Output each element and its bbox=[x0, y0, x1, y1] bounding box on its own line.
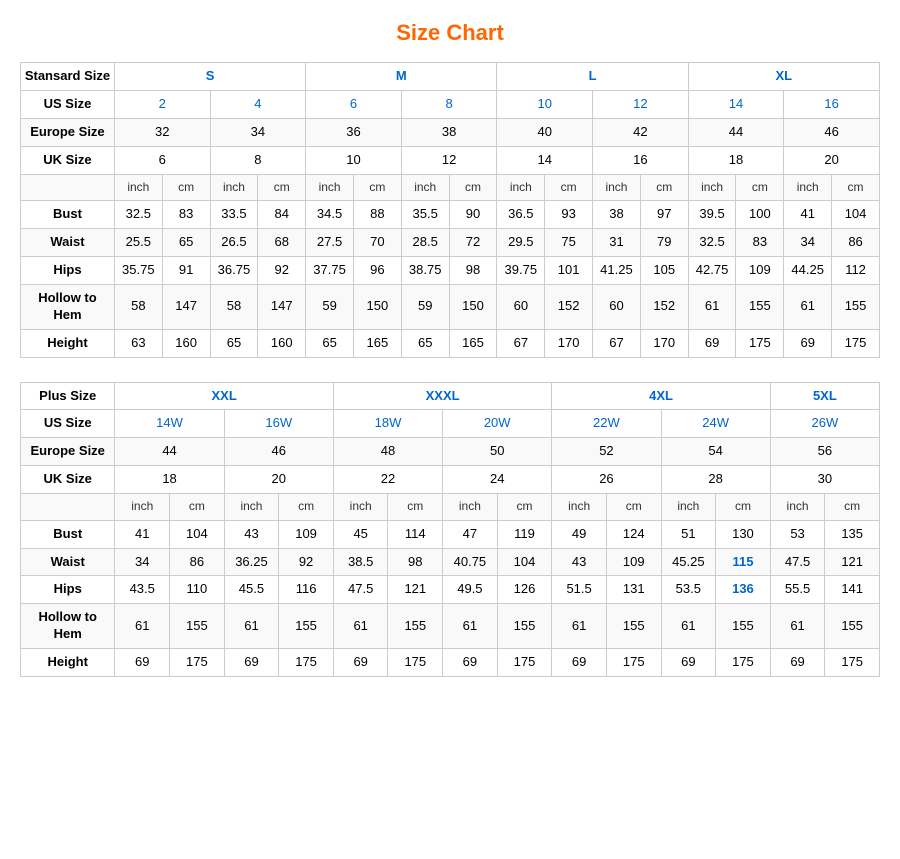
4xl-header: 4XL bbox=[552, 382, 770, 410]
l-header: L bbox=[497, 63, 688, 91]
hips-plus-label: Hips bbox=[21, 576, 115, 604]
uk-size-row: UK Size 6 8 10 12 14 16 18 20 bbox=[21, 146, 880, 174]
europe-size-plus-label: Europe Size bbox=[21, 438, 115, 466]
page-title: Size Chart bbox=[20, 20, 880, 46]
uk-size-label: UK Size bbox=[21, 146, 115, 174]
us-4: 4 bbox=[210, 90, 306, 118]
waist-plus-label: Waist bbox=[21, 548, 115, 576]
hips-row-plus: Hips 43.5 110 45.5 116 47.5 121 49.5 126… bbox=[21, 576, 880, 604]
hollow-hem-row-plus: Hollow to Hem 61 155 61 155 61 155 61 15… bbox=[21, 604, 880, 649]
us-10: 10 bbox=[497, 90, 593, 118]
hollow-hem-label: Hollow to Hem bbox=[21, 284, 115, 329]
bust-plus-label: Bust bbox=[21, 520, 115, 548]
europe-size-row-plus: Europe Size 44 46 48 50 52 54 56 bbox=[21, 438, 880, 466]
5xl-header: 5XL bbox=[770, 382, 879, 410]
hollow-hem-row-standard: Hollow to Hem 58 147 58 147 59 150 59 15… bbox=[21, 284, 880, 329]
bust-label: Bust bbox=[21, 201, 115, 229]
bust-row-standard: Bust 32.5 83 33.5 84 34.5 88 35.5 90 36.… bbox=[21, 201, 880, 229]
height-row-plus: Height 69 175 69 175 69 175 69 175 69 17… bbox=[21, 649, 880, 677]
europe-size-label: Europe Size bbox=[21, 118, 115, 146]
bust-row-plus: Bust 41 104 43 109 45 114 47 119 49 124 … bbox=[21, 520, 880, 548]
standard-size-section: Stansard Size S M L XL US Size 2 4 6 8 1… bbox=[20, 62, 880, 358]
plus-size-section: Plus Size XXL XXXL 4XL 5XL US Size 14W 1… bbox=[20, 382, 880, 678]
size-group-header-row: Stansard Size S M L XL bbox=[21, 63, 880, 91]
waist-label: Waist bbox=[21, 229, 115, 257]
hollow-hem-plus-label: Hollow to Hem bbox=[21, 604, 115, 649]
us-size-plus-label: US Size bbox=[21, 410, 115, 438]
standard-size-table: Stansard Size S M L XL US Size 2 4 6 8 1… bbox=[20, 62, 880, 358]
hips-label: Hips bbox=[21, 256, 115, 284]
uk-size-row-plus: UK Size 18 20 22 24 26 28 30 bbox=[21, 466, 880, 494]
m-header: M bbox=[306, 63, 497, 91]
height-label: Height bbox=[21, 329, 115, 357]
xxl-header: XXL bbox=[115, 382, 333, 410]
us-size-label: US Size bbox=[21, 90, 115, 118]
waist-row-standard: Waist 25.5 65 26.5 68 27.5 70 28.5 72 29… bbox=[21, 229, 880, 257]
europe-size-row: Europe Size 32 34 36 38 40 42 44 46 bbox=[21, 118, 880, 146]
us-12: 12 bbox=[593, 90, 689, 118]
us-size-row: US Size 2 4 6 8 10 12 14 16 bbox=[21, 90, 880, 118]
s-header: S bbox=[114, 63, 305, 91]
us-16: 16 bbox=[784, 90, 880, 118]
us-size-row-plus: US Size 14W 16W 18W 20W 22W 24W 26W bbox=[21, 410, 880, 438]
height-plus-label: Height bbox=[21, 649, 115, 677]
standard-size-label: Stansard Size bbox=[21, 63, 115, 91]
us-2: 2 bbox=[114, 90, 210, 118]
height-row-standard: Height 63 160 65 160 65 165 65 165 67 17… bbox=[21, 329, 880, 357]
us-8: 8 bbox=[401, 90, 497, 118]
plus-size-label: Plus Size bbox=[21, 382, 115, 410]
xxxl-header: XXXL bbox=[333, 382, 551, 410]
inch-cm-row-plus: inch cm inch cm inch cm inch cm inch cm … bbox=[21, 494, 880, 521]
plus-size-table: Plus Size XXL XXXL 4XL 5XL US Size 14W 1… bbox=[20, 382, 880, 678]
xl-header: XL bbox=[688, 63, 879, 91]
us-14: 14 bbox=[688, 90, 784, 118]
plus-group-header-row: Plus Size XXL XXXL 4XL 5XL bbox=[21, 382, 880, 410]
us-6: 6 bbox=[306, 90, 402, 118]
uk-size-plus-label: UK Size bbox=[21, 466, 115, 494]
inch-cm-row-standard: inch cm inch cm inch cm inch cm inch cm … bbox=[21, 174, 880, 201]
hips-row-standard: Hips 35.75 91 36.75 92 37.75 96 38.75 98… bbox=[21, 256, 880, 284]
waist-row-plus: Waist 34 86 36.25 92 38.5 98 40.75 104 4… bbox=[21, 548, 880, 576]
